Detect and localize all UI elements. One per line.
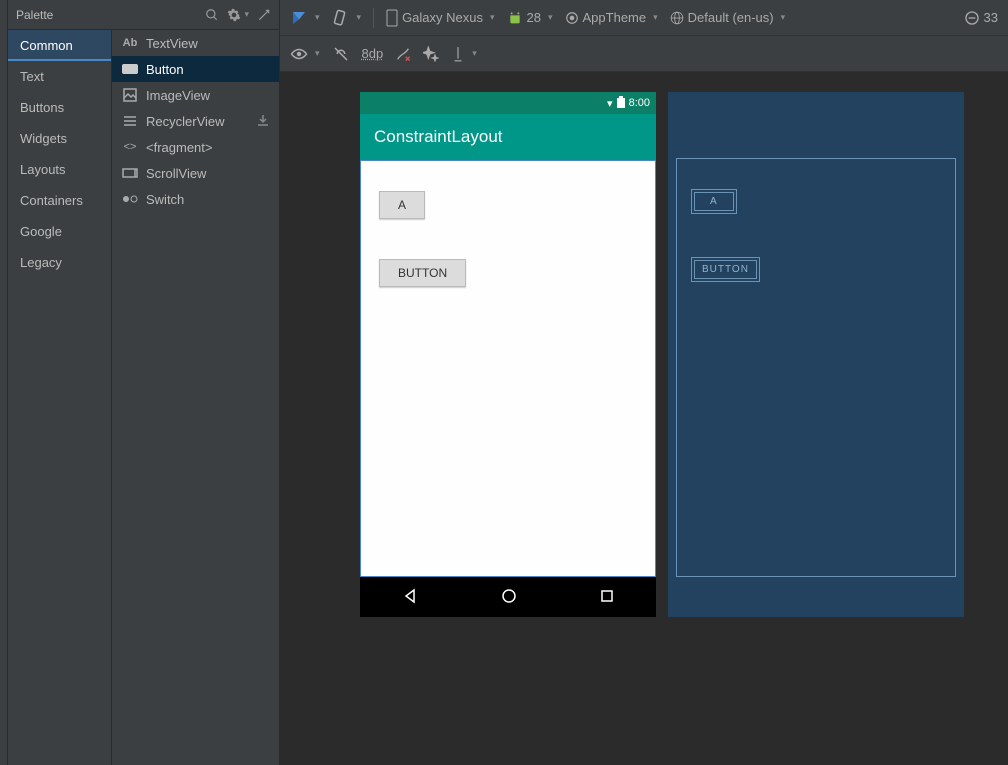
category-text[interactable]: Text — [8, 61, 111, 92]
device-select[interactable]: Galaxy Nexus — [386, 9, 494, 27]
item-label: TextView — [146, 36, 198, 51]
view-options[interactable] — [290, 48, 320, 60]
infer-constraints[interactable] — [423, 46, 439, 62]
item-imageview[interactable]: ImageView — [112, 82, 279, 108]
gear-icon[interactable] — [227, 8, 249, 22]
download-icon[interactable] — [257, 114, 269, 129]
palette-panel: Palette Common Text Buttons Widgets Layo… — [8, 0, 280, 765]
item-label: <fragment> — [146, 140, 213, 155]
zoom-label: 33 — [984, 10, 998, 25]
clock-label: 8:00 — [629, 97, 650, 109]
scroll-icon — [122, 165, 138, 181]
palette-title: Palette — [16, 8, 205, 22]
api-label: 28 — [527, 10, 541, 25]
device-preview: ▾ 8:00 ConstraintLayout A BUTTON — [360, 92, 656, 617]
api-select[interactable]: 28 — [507, 10, 553, 26]
app-title: ConstraintLayout — [374, 127, 503, 147]
category-google[interactable]: Google — [8, 216, 111, 247]
category-layouts[interactable]: Layouts — [8, 154, 111, 185]
battery-icon — [617, 96, 625, 111]
text-icon: Ab — [122, 35, 138, 51]
category-widgets[interactable]: Widgets — [8, 123, 111, 154]
design-surface: Galaxy Nexus 28 AppTheme Default (en-us)… — [280, 0, 1008, 765]
locale-select[interactable]: Default (en-us) — [670, 10, 786, 25]
orientation-select[interactable] — [332, 9, 362, 27]
item-label: Switch — [146, 192, 184, 207]
blueprint-btn-a[interactable]: A — [691, 189, 737, 214]
item-label: ImageView — [146, 88, 210, 103]
item-textview[interactable]: Ab TextView — [112, 30, 279, 56]
category-buttons[interactable]: Buttons — [8, 92, 111, 123]
item-button[interactable]: Button — [112, 56, 279, 82]
surface-select[interactable] — [290, 9, 320, 27]
blueprint-btn-button[interactable]: BUTTON — [691, 257, 760, 282]
item-label: RecyclerView — [146, 114, 225, 129]
device-label: Galaxy Nexus — [402, 10, 483, 25]
palette-header: Palette — [8, 0, 279, 30]
default-margin[interactable]: 8dp — [362, 46, 384, 61]
status-bar: ▾ 8:00 — [360, 92, 656, 114]
palette-items: Ab TextView Button ImageView RecyclerView… — [112, 30, 279, 765]
wifi-icon: ▾ — [607, 97, 613, 110]
autoconnect-toggle[interactable] — [332, 45, 350, 63]
layout-content[interactable]: A BUTTON — [360, 160, 656, 577]
nav-back-icon[interactable] — [402, 588, 418, 607]
preview-btn-button[interactable]: BUTTON — [379, 259, 466, 287]
theme-select[interactable]: AppTheme — [565, 10, 658, 25]
theme-label: AppTheme — [583, 10, 647, 25]
item-label: ScrollView — [146, 166, 206, 181]
category-legacy[interactable]: Legacy — [8, 247, 111, 278]
ide-gutter — [0, 0, 8, 765]
item-fragment[interactable]: <> <fragment> — [112, 134, 279, 160]
preview-btn-a[interactable]: A — [379, 191, 425, 219]
code-icon: <> — [122, 139, 138, 155]
nav-recent-icon[interactable] — [600, 589, 614, 606]
nav-bar — [360, 577, 656, 617]
switch-icon — [122, 191, 138, 207]
clear-constraints[interactable] — [395, 46, 411, 62]
category-containers[interactable]: Containers — [8, 185, 111, 216]
button-icon — [122, 61, 138, 77]
list-icon — [122, 113, 138, 129]
design-canvas[interactable]: ▾ 8:00 ConstraintLayout A BUTTON — [280, 72, 1008, 765]
item-recyclerview[interactable]: RecyclerView — [112, 108, 279, 134]
search-icon[interactable] — [205, 8, 219, 22]
locale-label: Default (en-us) — [688, 10, 774, 25]
category-common[interactable]: Common — [8, 30, 111, 61]
zoom-out[interactable]: 33 — [964, 10, 998, 26]
hide-icon[interactable] — [257, 8, 271, 22]
guidelines[interactable] — [451, 46, 477, 62]
design-toolbar-1: Galaxy Nexus 28 AppTheme Default (en-us)… — [280, 0, 1008, 36]
image-icon — [122, 87, 138, 103]
app-bar: ConstraintLayout — [360, 114, 656, 160]
nav-home-icon[interactable] — [501, 588, 517, 607]
design-toolbar-2: 8dp — [280, 36, 1008, 72]
item-switch[interactable]: Switch — [112, 186, 279, 212]
blueprint-content[interactable]: A BUTTON — [676, 158, 956, 577]
item-scrollview[interactable]: ScrollView — [112, 160, 279, 186]
blueprint-preview: A BUTTON — [668, 92, 964, 617]
item-label: Button — [146, 62, 184, 77]
palette-categories: Common Text Buttons Widgets Layouts Cont… — [8, 30, 112, 765]
